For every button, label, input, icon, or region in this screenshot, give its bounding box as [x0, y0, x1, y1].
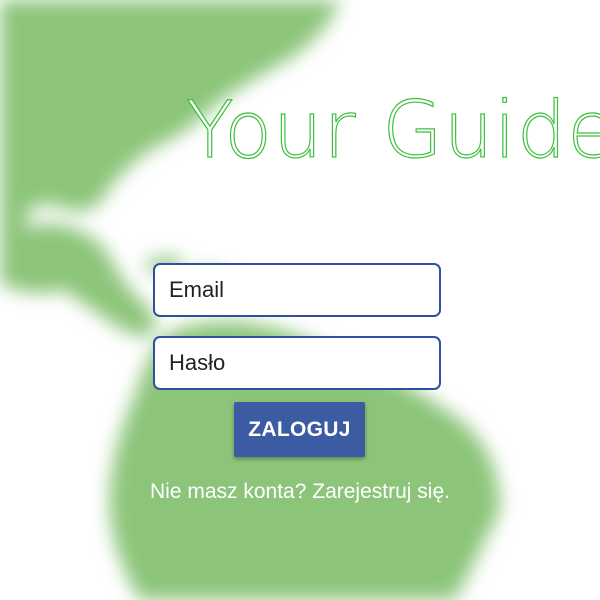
password-field[interactable]	[153, 336, 441, 390]
email-field[interactable]	[153, 263, 441, 317]
app-title: Your Guide	[185, 86, 600, 176]
register-link[interactable]: Nie masz konta? Zarejestruj się.	[0, 480, 600, 504]
login-button[interactable]: ZALOGUJ	[234, 402, 365, 457]
